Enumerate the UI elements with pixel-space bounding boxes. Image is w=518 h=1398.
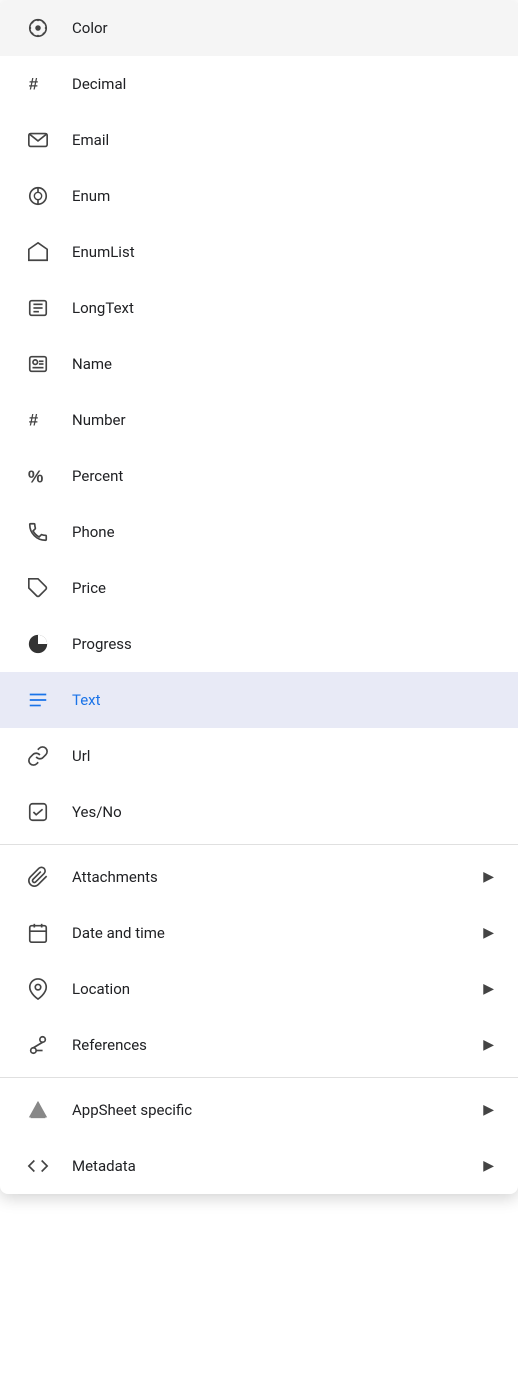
datetime-arrow: ▶ bbox=[483, 925, 494, 941]
location-label: Location bbox=[72, 980, 483, 998]
attachments-icon bbox=[24, 863, 52, 891]
enum-icon bbox=[24, 182, 52, 210]
text-label: Text bbox=[72, 691, 494, 709]
name-icon bbox=[24, 350, 52, 378]
metadata-icon bbox=[24, 1152, 52, 1180]
yesno-icon bbox=[24, 798, 52, 826]
menu-item-price[interactable]: Price bbox=[0, 560, 518, 616]
enum-label: Enum bbox=[72, 187, 494, 205]
menu-container: Color # Decimal Email En bbox=[0, 0, 518, 1194]
datetime-label: Date and time bbox=[72, 924, 483, 942]
url-icon bbox=[24, 742, 52, 770]
menu-item-phone[interactable]: Phone bbox=[0, 504, 518, 560]
percent-icon: % bbox=[24, 462, 52, 490]
phone-icon bbox=[24, 518, 52, 546]
color-label: Color bbox=[72, 19, 494, 37]
menu-item-yesno[interactable]: Yes/No bbox=[0, 784, 518, 840]
svg-text:#: # bbox=[29, 76, 38, 94]
appsheet-arrow: ▶ bbox=[483, 1102, 494, 1118]
menu-item-references[interactable]: References ▶ bbox=[0, 1017, 518, 1073]
menu-item-decimal[interactable]: # Decimal bbox=[0, 56, 518, 112]
progress-label: Progress bbox=[72, 635, 494, 653]
datetime-icon bbox=[24, 919, 52, 947]
price-icon bbox=[24, 574, 52, 602]
percent-label: Percent bbox=[72, 467, 494, 485]
decimal-icon: # bbox=[24, 70, 52, 98]
attachments-label: Attachments bbox=[72, 868, 483, 886]
svg-text:#: # bbox=[29, 412, 38, 430]
menu-item-email[interactable]: Email bbox=[0, 112, 518, 168]
enumlist-icon bbox=[24, 238, 52, 266]
menu-item-percent[interactable]: % Percent bbox=[0, 448, 518, 504]
attachments-arrow: ▶ bbox=[483, 869, 494, 885]
number-icon: # bbox=[24, 406, 52, 434]
references-icon bbox=[24, 1031, 52, 1059]
menu-item-enum[interactable]: Enum bbox=[0, 168, 518, 224]
progress-icon bbox=[24, 630, 52, 658]
email-icon bbox=[24, 126, 52, 154]
location-icon bbox=[24, 975, 52, 1003]
menu-item-progress[interactable]: Progress bbox=[0, 616, 518, 672]
appsheet-label: AppSheet specific bbox=[72, 1101, 483, 1119]
yesno-label: Yes/No bbox=[72, 803, 494, 821]
menu-item-metadata[interactable]: Metadata ▶ bbox=[0, 1138, 518, 1194]
menu-item-appsheet[interactable]: AppSheet specific ▶ bbox=[0, 1082, 518, 1138]
decimal-label: Decimal bbox=[72, 75, 494, 93]
menu-item-datetime[interactable]: Date and time ▶ bbox=[0, 905, 518, 961]
phone-label: Phone bbox=[72, 523, 494, 541]
color-icon bbox=[24, 14, 52, 42]
menu-item-attachments[interactable]: Attachments ▶ bbox=[0, 849, 518, 905]
menu-item-location[interactable]: Location ▶ bbox=[0, 961, 518, 1017]
number-label: Number bbox=[72, 411, 494, 429]
menu-item-text[interactable]: Text bbox=[0, 672, 518, 728]
references-label: References bbox=[72, 1036, 483, 1054]
menu-item-number[interactable]: # Number bbox=[0, 392, 518, 448]
name-label: Name bbox=[72, 355, 494, 373]
metadata-label: Metadata bbox=[72, 1157, 483, 1175]
references-arrow: ▶ bbox=[483, 1037, 494, 1053]
longtext-icon bbox=[24, 294, 52, 322]
price-label: Price bbox=[72, 579, 494, 597]
menu-item-enumlist[interactable]: EnumList bbox=[0, 224, 518, 280]
divider-1 bbox=[0, 844, 518, 845]
email-label: Email bbox=[72, 131, 494, 149]
text-icon bbox=[24, 686, 52, 714]
url-label: Url bbox=[72, 747, 494, 765]
metadata-arrow: ▶ bbox=[483, 1158, 494, 1174]
divider-2 bbox=[0, 1077, 518, 1078]
menu-item-url[interactable]: Url bbox=[0, 728, 518, 784]
appsheet-icon bbox=[24, 1096, 52, 1124]
location-arrow: ▶ bbox=[483, 981, 494, 997]
longtext-label: LongText bbox=[72, 299, 494, 317]
menu-item-longtext[interactable]: LongText bbox=[0, 280, 518, 336]
enumlist-label: EnumList bbox=[72, 243, 494, 261]
menu-item-name[interactable]: Name bbox=[0, 336, 518, 392]
svg-text:%: % bbox=[28, 466, 44, 486]
menu-item-color[interactable]: Color bbox=[0, 0, 518, 56]
